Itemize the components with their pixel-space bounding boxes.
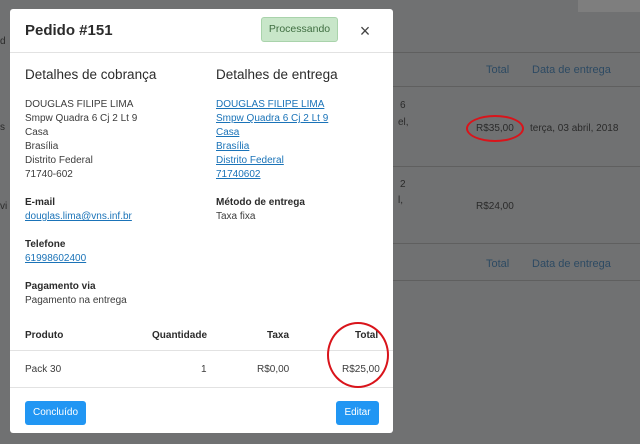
shipping-method-label: Método de entrega: [216, 197, 305, 208]
email-label: E-mail: [25, 197, 56, 208]
row-product: Pack 30: [25, 364, 62, 375]
bg-divider: [392, 86, 640, 87]
bg-col-total: Total: [486, 64, 510, 76]
bg-row1-date: terça, 03 abril, 2018: [530, 123, 619, 134]
billing-address-line: Distrito Federal: [25, 155, 93, 166]
phone-label: Telefone: [25, 239, 66, 250]
row-tax: R$0,00: [257, 364, 290, 375]
bg-divider: [392, 166, 640, 167]
modal-title: Pedido #151: [25, 22, 113, 39]
close-icon[interactable]: ×: [353, 19, 377, 43]
bg-fragment: l,: [398, 195, 403, 206]
column-product: Produto: [25, 330, 64, 341]
bg-divider: [392, 243, 640, 244]
bg-left-fragment: vi: [0, 201, 8, 212]
modal-footer: Concluído Editar: [10, 389, 393, 433]
bg-side-fragment: d: [0, 36, 6, 47]
billing-address-line: Brasília: [25, 141, 59, 152]
billing-heading: Detalhes de cobrança: [25, 67, 157, 82]
shipping-address-link[interactable]: Smpw Quadra 6 Cj 2 Lt 9: [216, 112, 386, 126]
shipping-method: Taxa fixa: [216, 211, 256, 222]
bg-left-fragment: s: [0, 122, 5, 133]
bg-fragment: 2: [400, 179, 406, 190]
bg-row2-total: R$24,00: [476, 201, 514, 212]
billing-address-line: DOUGLAS FILIPE LIMA: [25, 99, 134, 110]
bg-footer-date: Data de entrega: [532, 258, 611, 270]
shipping-details: Detalhes de entrega DOUGLAS FILIPE LIMA …: [216, 67, 386, 224]
status-badge: Processando: [261, 17, 338, 42]
bg-col-date: Data de entrega: [532, 64, 611, 76]
shipping-address-link[interactable]: Distrito Federal: [216, 154, 386, 168]
bg-fragment: el,: [398, 117, 409, 128]
column-quantity: Quantidade: [152, 330, 208, 341]
bg-fragment: 6: [400, 100, 406, 111]
shipping-address-link[interactable]: Brasília: [216, 140, 386, 154]
email-link[interactable]: douglas.lima@vns.inf.br: [25, 210, 205, 224]
annotation-circle: [466, 115, 524, 142]
complete-button[interactable]: Concluído: [25, 401, 86, 425]
annotation-circle: [327, 322, 389, 388]
bg-divider: [392, 52, 640, 53]
billing-details: Detalhes de cobrança DOUGLAS FILIPE LIMA…: [25, 67, 205, 308]
billing-address-line: 71740-602: [25, 169, 73, 180]
shipping-address-link[interactable]: Casa: [216, 126, 386, 140]
billing-address-line: Casa: [25, 127, 49, 138]
shipping-address-link[interactable]: 71740602: [216, 168, 386, 182]
modal-header: Pedido #151 Processando ×: [10, 9, 393, 53]
shipping-heading: Detalhes de entrega: [216, 67, 338, 82]
bg-footer-total: Total: [486, 258, 510, 270]
row-quantity: 1: [201, 364, 207, 375]
payment-method: Pagamento na entrega: [25, 295, 127, 306]
column-tax: Taxa: [267, 330, 290, 341]
background-top-bar: [578, 0, 640, 12]
payment-label: Pagamento via: [25, 281, 96, 292]
phone-link[interactable]: 61998602400: [25, 252, 205, 266]
bg-divider: [392, 280, 640, 281]
edit-button[interactable]: Editar: [336, 401, 379, 425]
shipping-address-link[interactable]: DOUGLAS FILIPE LIMA: [216, 98, 386, 112]
billing-address-line: Smpw Quadra 6 Cj 2 Lt 9: [25, 113, 138, 124]
